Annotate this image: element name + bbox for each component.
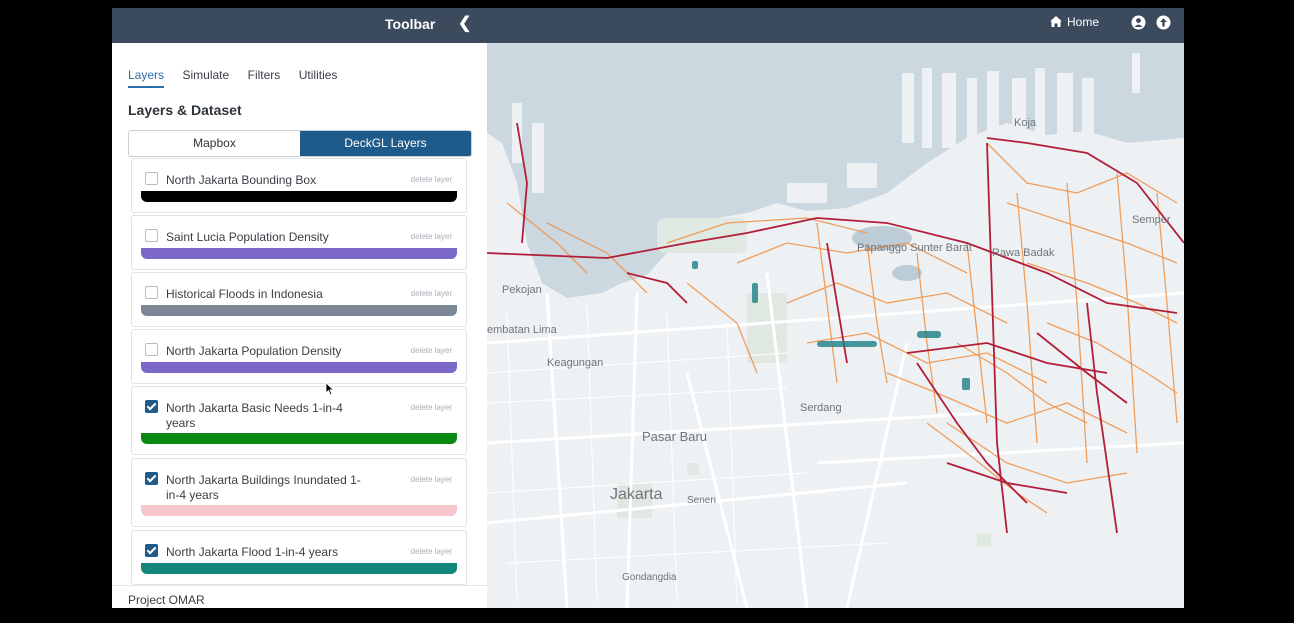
map-label: Rawa Badak — [992, 247, 1055, 259]
tab-filters[interactable]: Filters — [248, 68, 281, 86]
layer-card: North Jakarta Bounding Box delete layer — [131, 158, 467, 213]
map-canvas[interactable]: Koja Semper Papanggo Sunter Barat Rawa B… — [487, 43, 1184, 608]
delete-layer-button[interactable]: delete layer — [411, 403, 452, 412]
layer-name: Historical Floods in Indonesia — [166, 287, 323, 301]
layer-color-swatch[interactable] — [141, 433, 457, 444]
deckgl-layers-button[interactable]: DeckGL Layers — [300, 131, 471, 156]
layer-list: North Jakarta Bounding Box delete layer … — [131, 158, 467, 586]
layer-color-swatch[interactable] — [141, 505, 457, 516]
delete-layer-button[interactable]: delete layer — [411, 175, 452, 184]
section-title: Layers & Dataset — [128, 102, 242, 118]
project-name: Project OMAR — [128, 593, 205, 607]
map-label: Pekojan — [502, 284, 542, 296]
layer-name: North Jakarta Bounding Box — [166, 173, 317, 187]
map-label: Semper — [1132, 214, 1171, 226]
map-label: Koja — [1014, 117, 1037, 129]
layer-card: North Jakarta Population Density delete … — [131, 329, 467, 384]
layer-card: North Jakarta Flood 1-in-4 years delete … — [131, 530, 467, 585]
delete-layer-button[interactable]: delete layer — [411, 346, 452, 355]
layer-checkbox[interactable] — [145, 544, 158, 557]
map-label: Gondangdia — [622, 572, 677, 583]
map-label: Senen — [687, 495, 716, 506]
top-bar: Home — [487, 8, 1184, 43]
toolbar-header: Toolbar ❮ — [112, 8, 487, 43]
app-window: Toolbar ❮ Layers Simulate Filters Utilit… — [112, 8, 1184, 608]
delete-layer-button[interactable]: delete layer — [411, 475, 452, 484]
tab-utilities[interactable]: Utilities — [299, 68, 338, 86]
delete-layer-button[interactable]: delete layer — [411, 232, 452, 241]
delete-layer-button[interactable]: delete layer — [411, 547, 452, 556]
layer-name: North Jakarta Buildings Inundated 1-in-4… — [166, 473, 361, 502]
layer-checkbox[interactable] — [145, 472, 158, 485]
tab-layers[interactable]: Layers — [128, 68, 165, 88]
layer-name: Saint Lucia Population Density — [166, 230, 329, 244]
layer-checkbox[interactable] — [145, 286, 158, 299]
layer-color-swatch[interactable] — [141, 248, 457, 259]
home-icon — [1050, 16, 1062, 27]
layer-checkbox[interactable] — [145, 343, 158, 356]
delete-layer-button[interactable]: delete layer — [411, 289, 452, 298]
mapbox-button[interactable]: Mapbox — [129, 131, 300, 156]
upload-icon[interactable] — [1156, 15, 1171, 30]
toolbar-panel: Toolbar ❮ Layers Simulate Filters Utilit… — [112, 8, 488, 608]
layer-card: North Jakarta Buildings Inundated 1-in-4… — [131, 458, 467, 527]
mouse-cursor-icon — [325, 382, 335, 396]
layer-source-toggle: Mapbox DeckGL Layers — [128, 130, 472, 157]
tab-simulate[interactable]: Simulate — [182, 68, 229, 86]
toolbar-tabs: Layers Simulate Filters Utilities — [128, 66, 351, 88]
layer-checkbox[interactable] — [145, 229, 158, 242]
layer-color-swatch[interactable] — [141, 191, 457, 202]
layer-card: North Jakarta Basic Needs 1-in-4 years d… — [131, 386, 467, 455]
home-button[interactable]: Home — [1049, 15, 1099, 29]
map-label: Pasar Baru — [642, 429, 707, 444]
footer: Project OMAR — [112, 585, 487, 608]
toolbar-title: Toolbar — [385, 16, 436, 32]
user-icon[interactable] — [1131, 15, 1146, 30]
layer-card: Historical Floods in Indonesia delete la… — [131, 272, 467, 327]
layer-checkbox[interactable] — [145, 400, 158, 413]
map-label: Serdang — [800, 402, 842, 414]
map-area: Home Koja Semper Papanggo Sunter Barat R… — [487, 8, 1184, 608]
home-label: Home — [1067, 15, 1100, 29]
layer-color-swatch[interactable] — [141, 362, 457, 373]
map-label: Jakarta — [610, 486, 663, 503]
map-label: Papanggo Sunter Barat — [857, 242, 972, 254]
map-label: embatan Lima — [487, 324, 558, 336]
layer-checkbox[interactable] — [145, 172, 158, 185]
layer-color-swatch[interactable] — [141, 563, 457, 574]
layer-color-swatch[interactable] — [141, 305, 457, 316]
layer-name: North Jakarta Flood 1-in-4 years — [166, 545, 339, 559]
layer-name: North Jakarta Population Density — [166, 344, 342, 358]
collapse-chevron-icon[interactable]: ❮ — [458, 13, 471, 33]
map-label: Keagungan — [547, 357, 603, 369]
layer-name: North Jakarta Basic Needs 1-in-4 years — [166, 401, 343, 430]
layer-card: Saint Lucia Population Density delete la… — [131, 215, 467, 270]
